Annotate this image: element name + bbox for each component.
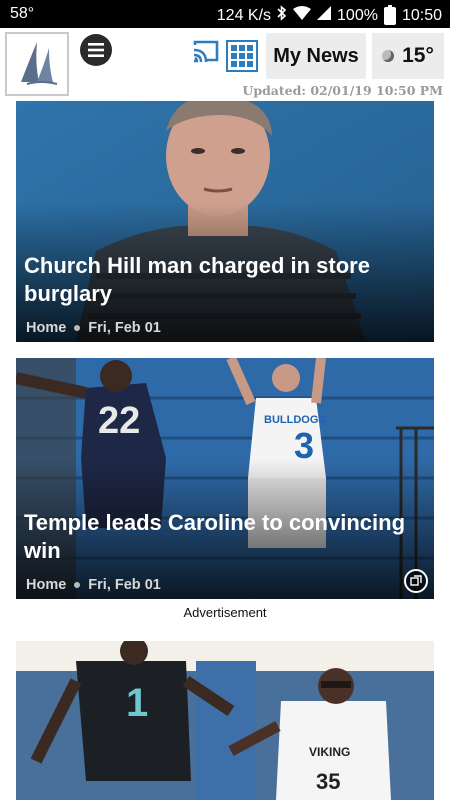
menu-button[interactable] — [80, 34, 112, 66]
app-header: My News 15° Updated: 02/01/19 10:50 PM — [0, 28, 450, 100]
signal-icon — [317, 6, 332, 25]
bluetooth-icon — [277, 5, 287, 26]
story-section-1: Home — [26, 320, 67, 336]
svg-text:BULLDOGS: BULLDOGS — [264, 414, 326, 426]
wifi-icon — [293, 6, 312, 25]
grid-view-button[interactable] — [226, 40, 258, 72]
story-card-2[interactable]: 22 3 BULLDOGS Temple leads Caroline to c… — [16, 358, 434, 599]
updated-timestamp: Updated: 02/01/19 10:50 PM — [242, 83, 443, 98]
svg-text:22: 22 — [98, 400, 140, 442]
battery-percent: 100% — [337, 6, 378, 24]
weather-temp: 15° — [402, 44, 434, 67]
separator-dot — [74, 582, 81, 588]
site-logo[interactable] — [5, 32, 69, 96]
sailboat-logo-icon — [21, 42, 58, 85]
story-title-2[interactable]: Temple leads Caroline to convincing win — [24, 509, 422, 565]
gallery-icon[interactable] — [404, 569, 428, 593]
story-date-1: Fri, Feb 01 — [88, 320, 161, 336]
advertisement-label: Advertisement — [183, 605, 267, 620]
network-speed: 124 K/s — [216, 6, 272, 24]
story-date-2: Fri, Feb 01 — [88, 577, 161, 593]
status-temp: 58° — [10, 5, 35, 22]
battery-icon — [383, 4, 396, 25]
svg-text:VIKING: VIKING — [309, 745, 350, 759]
story-meta-2: Home Fri, Feb 01 — [26, 577, 161, 593]
separator-dot — [74, 325, 81, 331]
status-time: 10:50 — [401, 6, 442, 24]
my-news-button[interactable]: My News — [266, 33, 366, 79]
svg-text:1: 1 — [126, 681, 148, 725]
cast-icon — [193, 40, 219, 63]
story-section-2: Home — [26, 577, 67, 593]
weather-button[interactable]: 15° — [372, 33, 444, 79]
menu-icon — [88, 43, 104, 57]
story-card-1[interactable]: Church Hill man charged in store burglar… — [16, 101, 434, 342]
status-bar: 58° 124 K/s 100% 10:50 — [0, 0, 450, 28]
story-card-3[interactable]: 1 35 VIKING — [16, 641, 434, 800]
story-title-1[interactable]: Church Hill man charged in store burglar… — [24, 252, 422, 308]
moon-icon — [382, 50, 395, 62]
story-image-3: 1 35 VIKING — [16, 641, 434, 800]
story-meta-1: Home Fri, Feb 01 — [26, 320, 161, 336]
cast-button[interactable] — [192, 40, 222, 66]
svg-text:35: 35 — [316, 769, 340, 794]
